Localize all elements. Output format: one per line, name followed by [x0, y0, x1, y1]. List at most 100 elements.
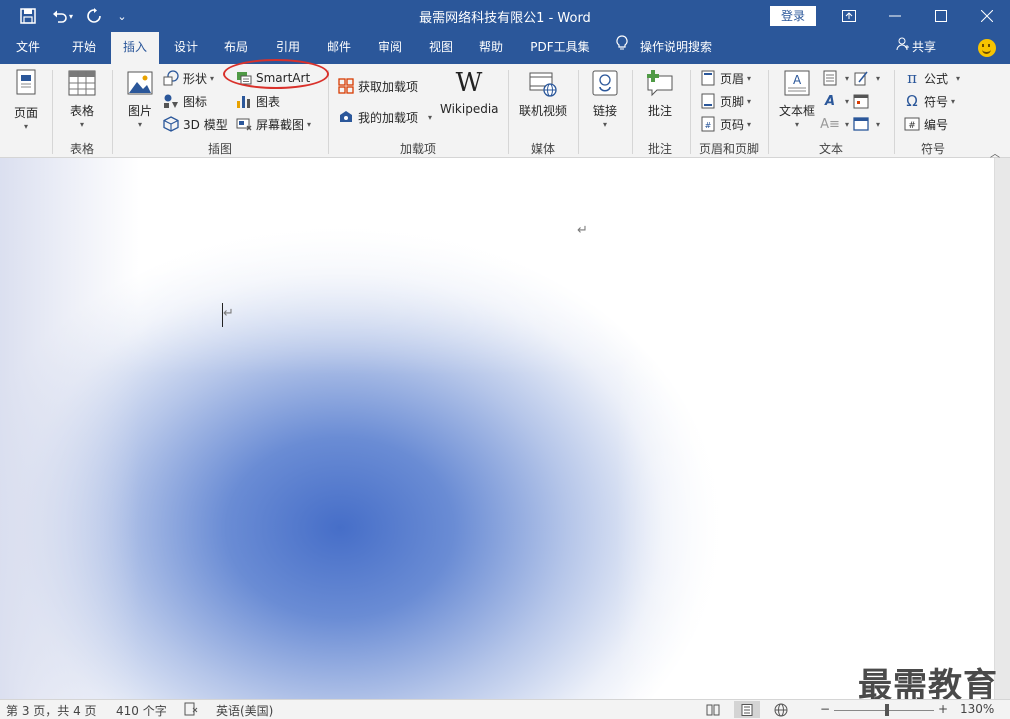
- textbox-label: 文本框: [778, 104, 815, 118]
- quick-parts-button[interactable]: ▾: [822, 68, 849, 88]
- signature-line-button[interactable]: ▾: [853, 68, 880, 88]
- read-mode-icon[interactable]: [700, 701, 726, 718]
- tab-help[interactable]: 帮助: [469, 32, 513, 64]
- my-addins-button[interactable]: 我的加载项 ▾: [338, 107, 432, 127]
- pi-icon: π: [907, 69, 917, 87]
- pictures-button[interactable]: 图片 ▾: [120, 68, 160, 129]
- table-icon: [67, 68, 97, 98]
- pictures-dropdown-icon: ▾: [137, 120, 142, 129]
- equation-button[interactable]: π 公式 ▾: [904, 68, 960, 88]
- zoom-in-button[interactable]: +: [938, 702, 948, 716]
- tell-me-label: 操作说明搜索: [640, 40, 713, 54]
- pages-dropdown-icon: ▾: [23, 122, 28, 131]
- smartart-button[interactable]: SmartArt: [236, 68, 310, 88]
- zoom-slider-thumb[interactable]: [885, 704, 889, 716]
- wordart-button[interactable]: A ▾: [822, 91, 849, 111]
- page-count[interactable]: 第 3 页，共 4 页: [6, 702, 97, 719]
- redo-icon[interactable]: [80, 0, 108, 32]
- word-count[interactable]: 410 个字: [116, 702, 167, 719]
- 3d-models-label: 3D 模型: [183, 117, 228, 132]
- number-icon: #: [904, 116, 920, 132]
- online-video-button[interactable]: 联机视频: [516, 68, 570, 119]
- tab-design[interactable]: 设计: [164, 32, 208, 64]
- language-indicator[interactable]: 英语(美国): [216, 702, 273, 719]
- undo-dropdown-icon[interactable]: ▾: [64, 0, 78, 32]
- wikipedia-button[interactable]: W Wikipedia: [440, 68, 499, 116]
- page-number-icon: #: [700, 116, 716, 132]
- tab-mailings[interactable]: 邮件: [317, 32, 361, 64]
- tab-review[interactable]: 审阅: [368, 32, 412, 64]
- date-time-button[interactable]: [853, 91, 873, 111]
- drop-cap-dropdown-icon: ▾: [845, 119, 850, 129]
- footer-dropdown-icon: ▾: [747, 96, 752, 106]
- close-icon[interactable]: [964, 0, 1010, 32]
- group-label-illustrations: 插图: [207, 142, 232, 156]
- tab-file[interactable]: 文件: [6, 32, 50, 64]
- wordart-icon: A: [824, 93, 836, 109]
- header-label: 页眉: [720, 71, 745, 86]
- symbol-button[interactable]: Ω 符号 ▾: [904, 91, 955, 111]
- tab-layout[interactable]: 布局: [214, 32, 258, 64]
- feedback-smiley-icon[interactable]: [978, 39, 996, 57]
- page-number-label: 页码: [720, 117, 745, 132]
- ribbon-insert: 页面 ▾ 表格 ▾ 表格 图片 ▾ 形状 ▾ 图标 3D 模型 SmartArt…: [0, 64, 1010, 158]
- comment-button[interactable]: 批注: [640, 68, 680, 119]
- tab-insert[interactable]: 插入: [111, 32, 159, 64]
- drop-cap-button[interactable]: A≡ ▾: [820, 114, 850, 134]
- maximize-icon[interactable]: [918, 0, 964, 32]
- shapes-button[interactable]: 形状 ▾: [163, 68, 214, 88]
- link-button[interactable]: 链接 ▾: [586, 68, 624, 129]
- icons-label: 图标: [183, 94, 208, 109]
- page-number-button[interactable]: # 页码 ▾: [700, 114, 751, 134]
- screenshot-label: 屏幕截图: [256, 117, 305, 132]
- paragraph-mark: ↵: [577, 223, 588, 238]
- tab-home[interactable]: 开始: [60, 32, 108, 64]
- ribbon-display-options-icon[interactable]: [826, 0, 872, 32]
- shapes-label: 形状: [183, 71, 208, 86]
- tab-references[interactable]: 引用: [266, 32, 310, 64]
- ribbon-tab-bar: 文件 开始 插入 设计 布局 引用 邮件 审阅 视图 帮助 PDF工具集 操作说…: [0, 32, 1010, 64]
- vertical-scrollbar[interactable]: [994, 158, 1010, 699]
- chart-button[interactable]: 图表: [236, 91, 280, 111]
- table-dropdown-icon: ▾: [79, 120, 84, 129]
- tab-pdf-tools[interactable]: PDF工具集: [524, 32, 596, 64]
- group-label-header-footer: 页眉和页脚: [698, 142, 759, 156]
- get-addins-button[interactable]: 获取加载项: [338, 76, 418, 96]
- icons-button[interactable]: 图标: [163, 91, 207, 111]
- wikipedia-icon: W: [455, 68, 483, 98]
- footer-icon: [700, 93, 716, 109]
- omega-icon: Ω: [906, 92, 918, 110]
- group-label-tables: 表格: [69, 142, 94, 156]
- customize-qat-icon[interactable]: ⌄: [108, 0, 136, 32]
- wikipedia-label: Wikipedia: [440, 102, 499, 116]
- tab-view[interactable]: 视图: [419, 32, 463, 64]
- minimize-icon[interactable]: [872, 0, 918, 32]
- header-button[interactable]: 页眉 ▾: [700, 68, 751, 88]
- number-button[interactable]: # 编号: [904, 114, 948, 134]
- table-button[interactable]: 表格 ▾: [60, 68, 104, 129]
- quick-parts-icon: [822, 70, 838, 86]
- pages-button[interactable]: 页面 ▾: [8, 68, 44, 131]
- wordart-dropdown-icon: ▾: [845, 96, 850, 106]
- shapes-dropdown-icon: ▾: [210, 73, 215, 83]
- proofing-icon[interactable]: [184, 702, 198, 719]
- share-button[interactable]: 共享: [896, 32, 936, 64]
- footer-button[interactable]: 页脚 ▾: [700, 91, 751, 111]
- web-layout-icon[interactable]: [768, 701, 794, 718]
- object-button[interactable]: ▾: [853, 114, 880, 134]
- print-layout-icon[interactable]: [734, 701, 760, 718]
- zoom-slider[interactable]: [834, 710, 934, 711]
- zoom-out-button[interactable]: −: [820, 702, 830, 716]
- textbox-button[interactable]: A 文本框 ▾: [776, 68, 818, 129]
- screenshot-button[interactable]: 屏幕截图 ▾: [236, 114, 311, 134]
- tell-me-search[interactable]: 操作说明搜索: [616, 32, 712, 64]
- group-label-text: 文本: [818, 142, 843, 156]
- pictures-label: 图片: [127, 104, 152, 118]
- link-dropdown-icon: ▾: [602, 120, 607, 129]
- get-addins-label: 获取加载项: [358, 79, 419, 94]
- 3d-models-button[interactable]: 3D 模型: [163, 114, 228, 134]
- document-canvas[interactable]: ↵ ↵: [0, 158, 994, 699]
- login-button[interactable]: 登录: [770, 6, 816, 26]
- save-icon[interactable]: [14, 0, 42, 32]
- zoom-level[interactable]: 130%: [960, 702, 994, 716]
